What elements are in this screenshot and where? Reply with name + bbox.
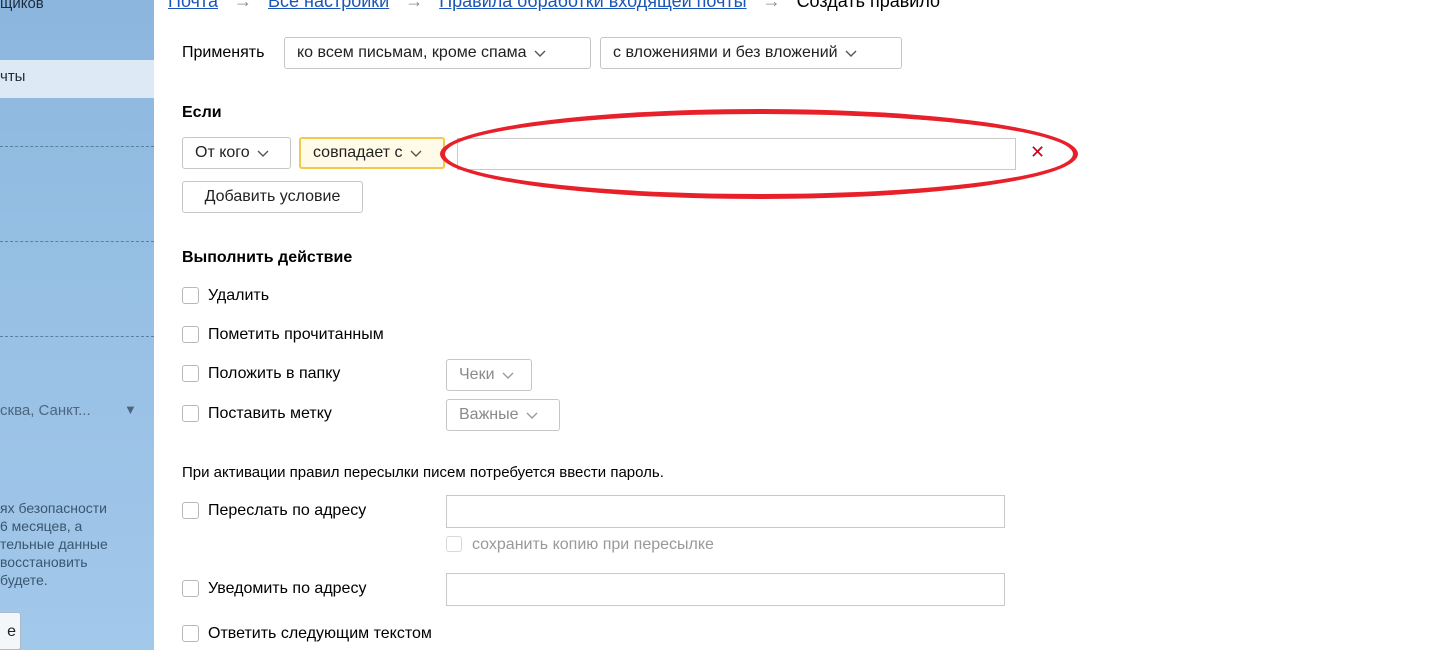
move-folder-checkbox[interactable] bbox=[182, 365, 199, 382]
apply-attachments-value: с вложениями и без вложений bbox=[613, 44, 838, 61]
folder-value: Чеки bbox=[459, 366, 495, 383]
label-value: Важные bbox=[459, 406, 519, 423]
apply-scope-value: ко всем письмам, кроме спама bbox=[297, 44, 527, 61]
move-folder-label: Положить в папку bbox=[208, 365, 341, 382]
condition-operator-value: совпадает с bbox=[313, 144, 403, 161]
forward-checkbox[interactable] bbox=[182, 502, 199, 519]
apply-label: Применять bbox=[182, 44, 265, 61]
breadcrumb-separator: → bbox=[405, 0, 424, 11]
reply-label: Ответить следующим текстом bbox=[208, 625, 432, 642]
mark-read-checkbox[interactable] bbox=[182, 326, 199, 343]
forward-label: Переслать по адресу bbox=[208, 502, 367, 519]
breadcrumb-separator: → bbox=[762, 0, 781, 11]
condition-operator-select[interactable]: совпадает с bbox=[299, 137, 445, 169]
security-note-line: восстановить bbox=[0, 554, 88, 570]
chevron-down-icon bbox=[534, 50, 546, 57]
condition-field-value: От кого bbox=[195, 144, 250, 161]
notify-label: Уведомить по адресу bbox=[208, 580, 367, 597]
sidebar-divider bbox=[0, 241, 154, 242]
mark-read-label: Пометить прочитанным bbox=[208, 326, 384, 343]
add-condition-button[interactable]: Добавить условие bbox=[182, 181, 363, 213]
breadcrumb: Почта → Все настройки → Правила обработки вх… bbox=[168, 0, 940, 12]
region-dropdown-icon[interactable]: ▼ bbox=[124, 402, 137, 417]
keep-copy-checkbox[interactable] bbox=[446, 536, 462, 552]
chevron-down-icon bbox=[845, 50, 857, 57]
sidebar-region[interactable]: сква, Санкт... bbox=[0, 402, 91, 419]
breadcrumb-link-mail[interactable]: Почта bbox=[168, 0, 218, 11]
folder-select[interactable]: Чеки bbox=[446, 359, 532, 391]
security-note-line: тельные данные bbox=[0, 536, 108, 552]
security-note-line: будете. bbox=[0, 572, 48, 588]
set-label-checkbox[interactable] bbox=[182, 405, 199, 422]
notify-checkbox[interactable] bbox=[182, 580, 199, 597]
security-note-line: 6 месяцев, а bbox=[0, 518, 83, 534]
breadcrumb-separator: → bbox=[233, 0, 252, 11]
sidebar-item-top[interactable]: щиков bbox=[0, 0, 44, 12]
sidebar-item-selected-label: чты bbox=[0, 68, 26, 85]
security-note-line: ях безопасности bbox=[0, 500, 107, 516]
remove-condition-icon[interactable]: ✕ bbox=[1030, 142, 1046, 162]
chevron-down-icon bbox=[410, 150, 422, 157]
apply-attachments-select[interactable]: с вложениями и без вложений bbox=[600, 37, 902, 69]
forward-address-input[interactable] bbox=[446, 495, 1005, 528]
condition-field-select[interactable]: От кого bbox=[182, 137, 291, 169]
breadcrumb-link-settings[interactable]: Все настройки bbox=[268, 0, 389, 11]
forward-password-note: При активации правил пересылки писем пот… bbox=[182, 464, 664, 481]
condition-heading: Если bbox=[182, 104, 222, 121]
condition-value-input[interactable] bbox=[457, 138, 1016, 170]
chevron-down-icon bbox=[257, 150, 269, 157]
reply-checkbox[interactable] bbox=[182, 625, 199, 642]
breadcrumb-link-rules[interactable]: Правила обработки входящей почты bbox=[439, 0, 746, 11]
notify-address-input[interactable] bbox=[446, 573, 1005, 606]
delete-label: Удалить bbox=[208, 287, 270, 304]
sidebar-button[interactable]: е bbox=[0, 612, 21, 650]
label-select[interactable]: Важные bbox=[446, 399, 560, 431]
chevron-down-icon bbox=[502, 372, 513, 379]
apply-scope-select[interactable]: ко всем письмам, кроме спама bbox=[284, 37, 591, 69]
breadcrumb-current: Создать правило bbox=[796, 0, 941, 11]
sidebar-security-note: ях безопасности 6 месяцев, а тельные дан… bbox=[0, 499, 150, 589]
keep-copy-label: сохранить копию при пересылке bbox=[472, 536, 714, 553]
sidebar: щиков чты сква, Санкт... ▼ ях безопаснос… bbox=[0, 0, 154, 650]
sidebar-divider bbox=[0, 336, 154, 337]
delete-checkbox[interactable] bbox=[182, 287, 199, 304]
actions-heading: Выполнить действие bbox=[182, 249, 353, 266]
sidebar-divider bbox=[0, 146, 154, 147]
chevron-down-icon bbox=[526, 412, 538, 419]
set-label-label: Поставить метку bbox=[208, 405, 332, 422]
